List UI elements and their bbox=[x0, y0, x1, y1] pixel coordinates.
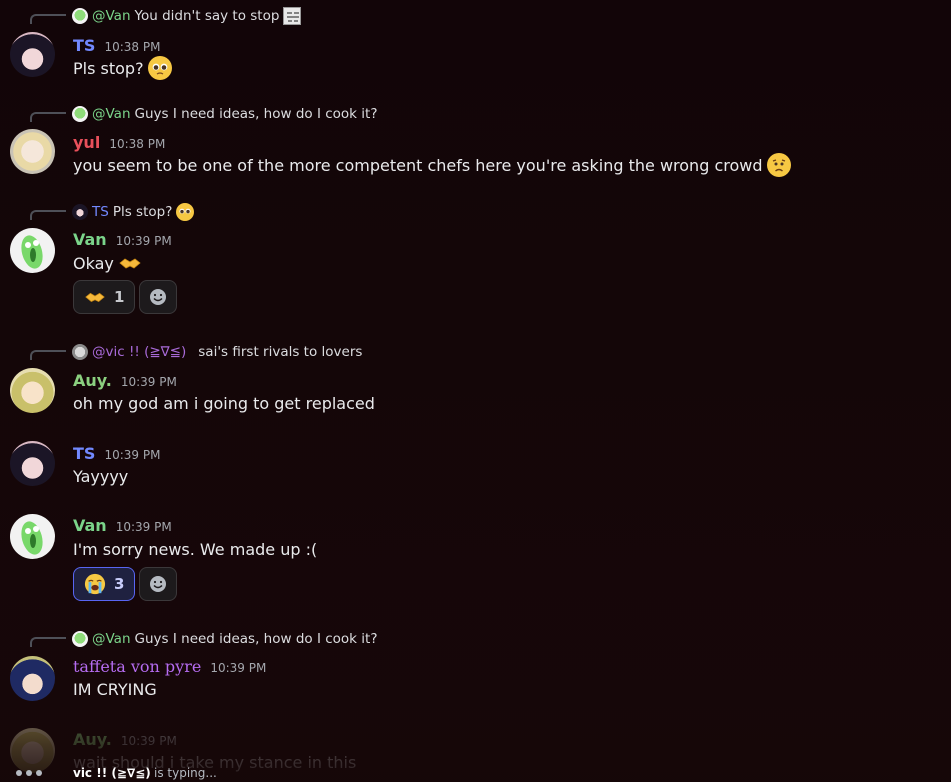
author-name[interactable]: Auy. bbox=[73, 730, 112, 749]
pleading-face-emoji bbox=[147, 56, 172, 80]
reply-author[interactable]: TS bbox=[92, 204, 109, 220]
author-name[interactable]: Auy. bbox=[73, 371, 112, 390]
vic-avatar-mini bbox=[72, 344, 88, 360]
reply-connector bbox=[30, 210, 66, 220]
reply-author[interactable]: @Van bbox=[92, 8, 131, 24]
avatar-van[interactable] bbox=[10, 514, 55, 559]
handshake-emoji bbox=[118, 251, 142, 275]
reaction-count: 3 bbox=[114, 575, 125, 593]
typing-text: is typing... bbox=[154, 766, 217, 780]
timestamp: 10:39 PM bbox=[120, 734, 177, 748]
reply-connector bbox=[30, 14, 66, 24]
reply-preview[interactable]: @Van Guys I need ideas, how do I cook it… bbox=[72, 104, 377, 124]
reply-author[interactable]: @Van bbox=[92, 106, 131, 122]
reaction-loudly-crying[interactable]: 3 bbox=[73, 567, 136, 601]
smiley-icon bbox=[150, 576, 167, 592]
author-name[interactable]: Van bbox=[73, 516, 107, 535]
pleading-face-emoji bbox=[176, 203, 195, 221]
reply-preview[interactable]: @vic !! (≧∇≦) sai's first rivals to love… bbox=[72, 342, 362, 362]
avatar-taffeta[interactable] bbox=[10, 656, 55, 701]
reaction-handshake[interactable]: 1 bbox=[73, 280, 136, 314]
van-avatar-mini bbox=[72, 106, 88, 122]
reply-author[interactable]: @Van bbox=[92, 631, 131, 647]
reply-author[interactable]: @vic !! (≧∇≦) bbox=[92, 344, 186, 360]
avatar-yul[interactable] bbox=[10, 129, 55, 174]
reply-text: Guys I need ideas, how do I cook it? bbox=[134, 631, 378, 647]
reply-preview[interactable]: @Van Guys I need ideas, how do I cook it… bbox=[72, 629, 377, 649]
timestamp: 10:38 PM bbox=[109, 137, 166, 151]
reply-connector bbox=[30, 350, 66, 360]
author-name[interactable]: yul bbox=[73, 133, 100, 152]
author-name[interactable]: TS bbox=[73, 444, 95, 463]
typing-indicator: vic !! (≧∇≦) is typing... bbox=[0, 764, 951, 782]
message-text: you seem to be one of the more competent… bbox=[73, 155, 763, 175]
avatar-ts[interactable] bbox=[10, 441, 55, 486]
reaction-count: 1 bbox=[114, 288, 125, 306]
ts-avatar-mini bbox=[72, 204, 88, 220]
message-text: Pls stop? bbox=[73, 58, 144, 78]
typing-dots-icon bbox=[16, 770, 42, 776]
timestamp: 10:39 PM bbox=[115, 520, 172, 534]
reply-preview[interactable]: @Van You didn't say to stop bbox=[72, 6, 302, 26]
reply-connector bbox=[30, 112, 66, 122]
reply-preview[interactable]: TS Pls stop? bbox=[72, 202, 195, 222]
author-name[interactable]: TS bbox=[73, 36, 95, 55]
meme-sticker-icon bbox=[283, 7, 302, 25]
reply-text: Pls stop? bbox=[112, 204, 173, 220]
message-text: oh my god am i going to get replaced bbox=[73, 394, 375, 413]
author-name[interactable]: Van bbox=[73, 230, 107, 249]
avatar-ts[interactable] bbox=[10, 32, 55, 77]
van-avatar-mini bbox=[72, 8, 88, 24]
worried-face-emoji bbox=[766, 153, 791, 177]
add-reaction-button[interactable] bbox=[139, 567, 178, 601]
handshake-emoji bbox=[84, 286, 106, 308]
chat-message-list[interactable]: @Van You didn't say to stop TS 10:38 PM … bbox=[0, 0, 951, 782]
smiley-icon bbox=[150, 289, 167, 305]
avatar-van[interactable] bbox=[10, 228, 55, 273]
reply-text: Guys I need ideas, how do I cook it? bbox=[134, 106, 378, 122]
timestamp: 10:38 PM bbox=[104, 40, 161, 54]
reply-text: sai's first rivals to lovers bbox=[198, 344, 363, 360]
avatar-auy[interactable] bbox=[10, 368, 55, 413]
message-text: IM CRYING bbox=[73, 680, 157, 699]
message-text: Yayyyy bbox=[73, 467, 129, 486]
timestamp: 10:39 PM bbox=[104, 448, 161, 462]
timestamp: 10:39 PM bbox=[115, 234, 172, 248]
author-name[interactable]: taffeta von pyre bbox=[73, 657, 201, 676]
reply-text: You didn't say to stop bbox=[134, 8, 280, 24]
timestamp: 10:39 PM bbox=[210, 661, 267, 675]
reply-connector bbox=[30, 637, 66, 647]
add-reaction-button[interactable] bbox=[139, 280, 178, 314]
typing-user: vic !! (≧∇≦) bbox=[73, 766, 151, 780]
message-text: Okay bbox=[73, 253, 114, 273]
message-text: I'm sorry news. We made up :( bbox=[73, 540, 318, 559]
loudly-crying-face-emoji bbox=[84, 573, 106, 595]
van-avatar-mini bbox=[72, 631, 88, 647]
timestamp: 10:39 PM bbox=[120, 375, 177, 389]
